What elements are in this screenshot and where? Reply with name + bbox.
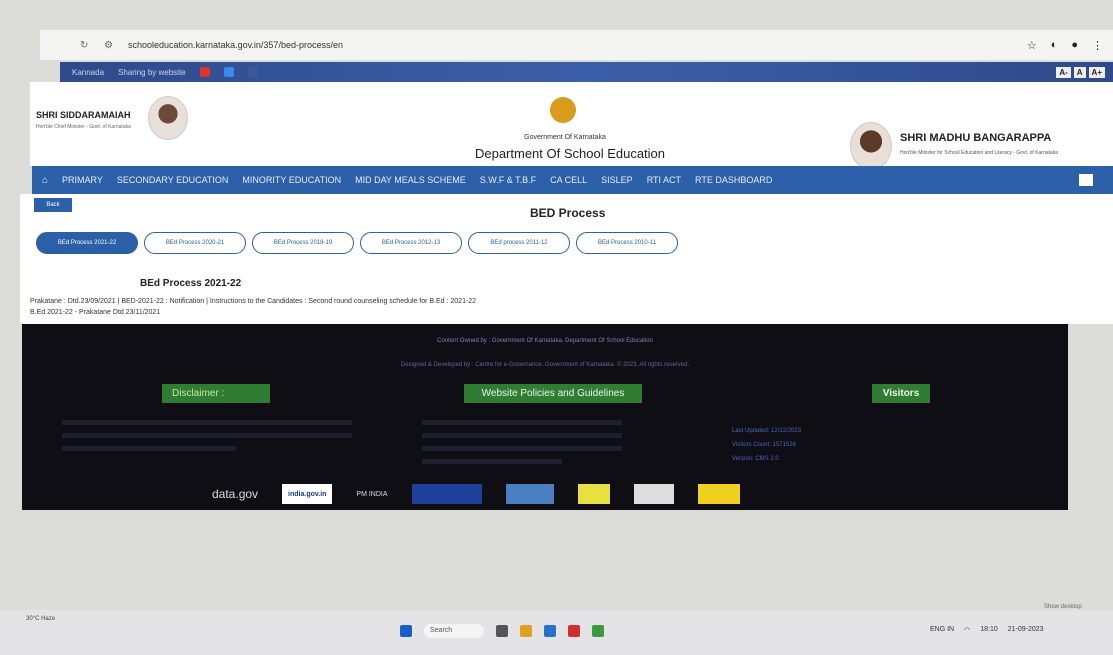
sharing-link[interactable]: Sharing by website [118,68,186,77]
partner-logo-2[interactable] [505,484,554,504]
karnataka-emblem-icon [545,88,581,128]
cm-photo [148,96,188,140]
twitter-icon[interactable] [223,67,234,77]
policies-heading: Website Policies and Guidelines [464,384,642,403]
minister-name: SHRI MADHU BANGARAPPA [900,132,1052,144]
main-nav: ⌂ PRIMARY SECONDARY EDUCATION MINORITY E… [32,166,1113,194]
process-tabs: BEd Process 2021-22 BEd Process 2020-21 … [36,232,678,254]
disclaimer-text [62,420,352,459]
partner-logos: data.gov india.gov.in PM INDIA [212,484,740,504]
profile-icon[interactable]: ● [1071,39,1078,52]
developer-text: Designed & Developed by : Centre for e-G… [400,362,690,368]
partner-logo-1[interactable] [411,484,482,504]
pm-india-logo[interactable]: PM INDIA [356,484,387,504]
section-title: BEd Process 2021-22 [140,278,242,289]
last-updated: Last Updated: 12/12/2023 [732,428,802,434]
tab-bed-2011-12[interactable]: BEd process 2011-12 [468,232,570,254]
department-title[interactable]: Department Of School Education [470,146,670,161]
tab-bed-2010-11[interactable]: BEd Process 2010-11 [576,232,678,254]
excel-icon[interactable] [592,625,604,637]
data-gov-logo[interactable]: data.gov [212,484,258,504]
clock-time[interactable]: 18:10 [980,626,998,634]
facebook-icon[interactable] [247,67,258,77]
start-icon[interactable] [400,625,412,637]
government-label: Government Of Karnataka [524,134,606,141]
taskbar-search[interactable]: Search [424,624,484,638]
extensions-icon[interactable]: ◐ [1051,39,1058,52]
nav-item-ca-cell[interactable]: CA CELL [550,175,587,185]
site-footer: Content Owned by : Government Of Karnata… [22,324,1068,510]
minister-photo [850,122,892,170]
url-text[interactable]: schooleducation.karnataka.gov.in/357/bed… [128,40,343,50]
home-icon[interactable]: ⌂ [42,175,48,186]
disclaimer-heading: Disclaimer : [162,384,270,403]
nav-item-mid-day-meals[interactable]: MID DAY MEALS SCHEME [355,175,466,185]
nav-toggle-button[interactable] [1079,174,1093,186]
back-button[interactable]: Back [34,198,72,212]
youtube-icon[interactable] [199,67,210,77]
tab-bed-2020-21[interactable]: BEd Process 2020-21 [144,232,246,254]
menu-icon[interactable]: ⋮ [1092,39,1103,52]
address-bar[interactable]: ↻ ⚙ schooleducation.karnataka.gov.in/357… [40,30,1113,60]
chrome-icon[interactable] [568,625,580,637]
tab-bed-2018-19[interactable]: BEd Process 2018-19 [252,232,354,254]
nav-item-primary[interactable]: PRIMARY [62,175,103,185]
tab-bed-2021-22[interactable]: BEd Process 2021-22 [36,232,138,254]
nav-item-swf-tbf[interactable]: S.W.F & T.B.F [480,175,536,185]
site-info-icon[interactable]: ⚙ [104,40,114,51]
nav-item-secondary[interactable]: SECONDARY EDUCATION [117,175,229,185]
top-strip: Kannada Sharing by website A- A A+ [60,62,1113,82]
cms-version: Version: CMS 2.0 [732,456,779,462]
cm-name: SHRI SIDDARAMAIAH [36,110,131,120]
partner-logo-3[interactable] [577,484,610,504]
content-owner-text: Content Owned by : Government Of Karnata… [437,338,653,344]
prakatane-link[interactable]: B.Ed 2021-22 - Prakatane Dtd 23/11/2021 [30,309,160,316]
edge-icon[interactable] [544,625,556,637]
refresh-icon[interactable]: ↻ [80,40,90,51]
visitors-heading: Visitors [872,384,930,403]
nav-item-rte-dashboard[interactable]: RTE DASHBOARD [695,175,772,185]
font-normal-button[interactable]: A [1073,66,1086,78]
language-indicator[interactable]: ENG IN [930,626,954,634]
bookmark-star-icon[interactable]: ☆ [1027,39,1037,52]
site-header: SHRI SIDDARAMAIAH Hon'ble Chief Minister… [30,82,1113,170]
notification-links[interactable]: Prakatane : Dtd.23/09/2021 | BED-2021-22… [30,298,476,305]
clock-date[interactable]: 21-09-2023 [1008,626,1044,634]
file-explorer-icon[interactable] [520,625,532,637]
nav-item-sislep[interactable]: SISLEP [601,175,633,185]
cm-title: Hon'ble Chief Minister - Govt. of Karnat… [36,124,131,130]
wifi-icon[interactable]: ◠ [964,626,970,634]
nav-item-rti-act[interactable]: RTI ACT [647,175,681,185]
taskview-icon[interactable] [496,625,508,637]
visitor-count: Visitors Count: 1571526 [732,442,796,448]
main-content: Back BED Process BEd Process 2021-22 BEd… [20,194,1113,324]
india-gov-logo[interactable]: india.gov.in [282,484,333,504]
taskbar: 30°C Haze Search ENG IN ◠ 18:10 21-09-20… [0,610,1113,655]
minister-title: Hon'ble Minister for School Education an… [900,150,1058,156]
tab-bed-2012-13[interactable]: BEd Process 2012-13 [360,232,462,254]
page-title: BED Process [530,206,606,220]
font-increase-button[interactable]: A+ [1088,66,1105,78]
partner-logo-4[interactable] [633,484,674,504]
visitor-info: Last Updated: 12/12/2023 Visitors Count:… [732,424,801,466]
policy-links[interactable] [422,420,622,472]
nav-item-minority[interactable]: MINORITY EDUCATION [242,175,341,185]
weather-widget[interactable]: 30°C Haze [26,616,55,622]
font-decrease-button[interactable]: A- [1056,66,1071,78]
partner-logo-5[interactable] [697,484,740,504]
language-link[interactable]: Kannada [72,68,104,77]
